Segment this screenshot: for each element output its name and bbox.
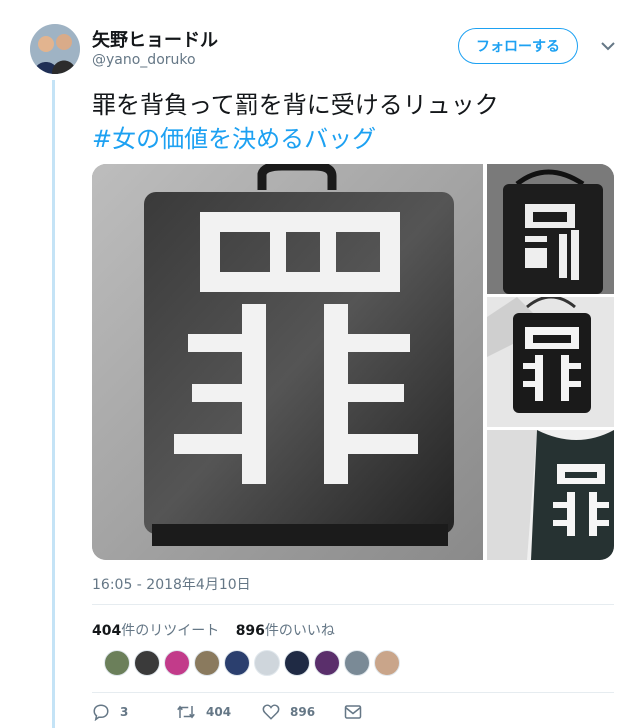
tweet-header: 矢野ヒョードル @yano_doruko フォローする bbox=[30, 22, 620, 74]
liker-avatar-5[interactable] bbox=[224, 650, 250, 676]
retweet-stat-count: 404 bbox=[92, 623, 122, 639]
liker-avatar-8[interactable] bbox=[314, 650, 340, 676]
liker-avatar-1[interactable] bbox=[104, 650, 130, 676]
liker-avatar-3[interactable] bbox=[164, 650, 190, 676]
liker-avatar-2[interactable] bbox=[134, 650, 160, 676]
liker-avatars bbox=[104, 650, 404, 678]
reply-button[interactable]: 3 bbox=[92, 700, 128, 724]
liker-avatar-7[interactable] bbox=[284, 650, 310, 676]
user-handle[interactable]: @yano_doruko bbox=[92, 52, 196, 68]
liker-avatar-10[interactable] bbox=[374, 650, 400, 676]
chevron-down-icon[interactable] bbox=[598, 36, 618, 56]
media-photo-thumbnail[interactable] bbox=[487, 164, 614, 294]
tweet-media-grid bbox=[92, 164, 614, 560]
thread-connector-line bbox=[52, 80, 55, 728]
retweet-stat-label: 件のリツイート bbox=[121, 623, 220, 639]
media-photo-main[interactable] bbox=[92, 164, 483, 560]
reply-icon bbox=[93, 704, 109, 721]
user-display-name[interactable]: 矢野ヒョードル bbox=[92, 26, 218, 52]
reply-count: 3 bbox=[120, 705, 129, 719]
tweet-text: 罪を背負って罰を背に受けるリュック #女の価値を決めるバッグ bbox=[92, 88, 622, 156]
like-stat-link[interactable]: 896件のいいね bbox=[236, 623, 335, 639]
like-button[interactable]: 896 bbox=[262, 700, 315, 724]
user-avatar[interactable] bbox=[30, 24, 80, 74]
heart-icon bbox=[262, 704, 280, 720]
like-stat-label: 件のいいね bbox=[264, 623, 335, 639]
liker-avatar-4[interactable] bbox=[194, 650, 220, 676]
like-count: 896 bbox=[290, 705, 316, 719]
envelope-icon bbox=[344, 705, 362, 719]
tweet-timestamp[interactable]: 16:05 - 2018年4月10日 bbox=[92, 574, 251, 594]
divider bbox=[92, 692, 614, 693]
tweet-stats: 404件のリツイート 896件のいいね bbox=[92, 620, 347, 640]
liker-avatar-6[interactable] bbox=[254, 650, 280, 676]
divider bbox=[92, 604, 614, 605]
tweet-actions: 3 404 896 bbox=[92, 700, 422, 724]
hashtag-link[interactable]: #女の価値を決めるバッグ bbox=[92, 122, 622, 156]
like-stat-count: 896 bbox=[235, 623, 265, 639]
retweet-button[interactable]: 404 bbox=[176, 700, 231, 724]
tweet-text-line: 罪を背負って罰を背に受けるリュック bbox=[92, 91, 499, 119]
retweet-count: 404 bbox=[206, 705, 232, 719]
avatar-photo bbox=[30, 24, 80, 74]
retweet-icon bbox=[177, 705, 195, 719]
media-photo-thumbnail[interactable] bbox=[487, 297, 614, 427]
media-photo-thumbnail[interactable] bbox=[487, 430, 614, 560]
direct-message-button[interactable] bbox=[344, 700, 372, 724]
follow-button[interactable]: フォローする bbox=[458, 28, 578, 64]
liker-avatar-9[interactable] bbox=[344, 650, 370, 676]
retweet-stat-link[interactable]: 404件のリツイート bbox=[92, 623, 219, 639]
